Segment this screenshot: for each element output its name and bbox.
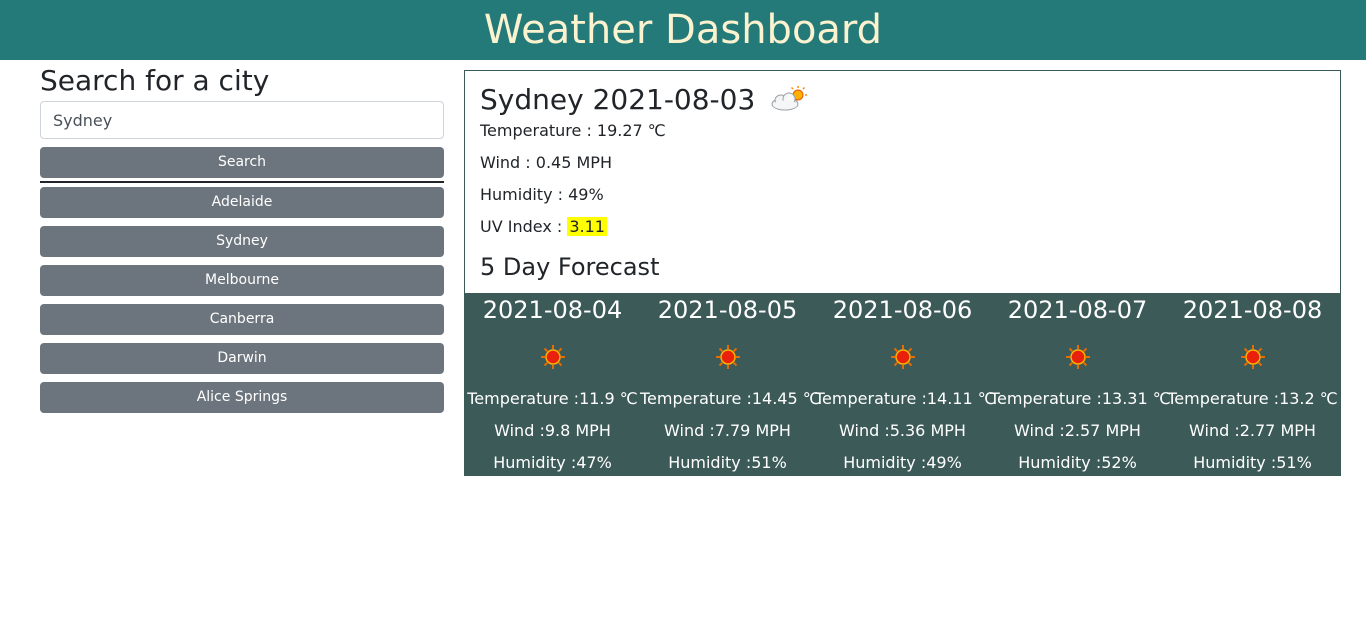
forecast-humidity: Humidity :47% bbox=[493, 453, 612, 472]
history-button-melbourne[interactable]: Melbourne bbox=[40, 265, 444, 296]
forecast-humidity: Humidity :52% bbox=[1018, 453, 1137, 472]
history-button-adelaide[interactable]: Adelaide bbox=[40, 187, 444, 218]
search-button[interactable]: Search bbox=[40, 147, 444, 178]
forecast-wind: Wind :9.8 MPH bbox=[494, 421, 611, 440]
forecast-wind: Wind :2.57 MPH bbox=[1014, 421, 1141, 440]
sun-icon bbox=[715, 345, 740, 369]
forecast-card: 2021-08-07 Temperature :13.31 ℃ Wind :2.… bbox=[990, 293, 1171, 475]
forecast-wind: Wind :7.79 MPH bbox=[664, 421, 791, 440]
history-button-sydney[interactable]: Sydney bbox=[40, 226, 444, 257]
current-city-title: Sydney 2021-08-03 bbox=[480, 82, 756, 116]
forecast-date: 2021-08-05 bbox=[657, 296, 798, 324]
current-temperature: Temperature : 19.27 ℃ bbox=[480, 121, 666, 140]
current-city-line: Sydney 2021-08-03 bbox=[480, 82, 1340, 116]
forecast-wind: Wind :5.36 MPH bbox=[839, 421, 966, 440]
cloud-sun-icon bbox=[771, 86, 808, 111]
history-button-canberra[interactable]: Canberra bbox=[40, 304, 444, 335]
uv-value-badge: 3.11 bbox=[567, 217, 607, 236]
forecast-temperature: Temperature :13.2 ℃ bbox=[1167, 389, 1338, 408]
forecast-humidity: Humidity :51% bbox=[1193, 453, 1312, 472]
forecast-wind: Wind :2.77 MPH bbox=[1189, 421, 1316, 440]
current-humidity: Humidity : 49% bbox=[480, 185, 604, 204]
current-wind: Wind : 0.45 MPH bbox=[480, 153, 612, 172]
history-button-darwin[interactable]: Darwin bbox=[40, 343, 444, 374]
forecast-date: 2021-08-08 bbox=[1182, 296, 1323, 324]
forecast-date: 2021-08-04 bbox=[482, 296, 623, 324]
forecast-temperature: Temperature :11.9 ℃ bbox=[467, 389, 638, 408]
forecast-humidity: Humidity :49% bbox=[843, 453, 962, 472]
forecast-date: 2021-08-06 bbox=[832, 296, 973, 324]
forecast-row: 2021-08-04 Temperature :11.9 ℃ Wind :9.8… bbox=[465, 293, 1340, 475]
sun-icon bbox=[1065, 345, 1090, 369]
current-uv-index: UV Index : 3.11 bbox=[480, 211, 1340, 243]
city-search-input[interactable] bbox=[40, 101, 444, 139]
sun-icon bbox=[890, 345, 915, 369]
current-weather: Sydney 2021-08-03 Temperature : 19.27 ℃ … bbox=[465, 71, 1340, 293]
divider bbox=[40, 181, 444, 183]
forecast-card: 2021-08-06 Temperature :14.11 ℃ Wind :5.… bbox=[815, 293, 996, 475]
forecast-humidity: Humidity :51% bbox=[668, 453, 787, 472]
weather-panel: Sydney 2021-08-03 Temperature : 19.27 ℃ … bbox=[464, 70, 1341, 476]
history-button-alice-springs[interactable]: Alice Springs bbox=[40, 382, 444, 413]
forecast-temperature: Temperature :13.31 ℃ bbox=[990, 389, 1171, 408]
page-title: Weather Dashboard bbox=[483, 7, 883, 53]
uv-label: UV Index : bbox=[480, 217, 568, 236]
forecast-date: 2021-08-07 bbox=[1007, 296, 1148, 324]
search-heading: Search for a city bbox=[40, 64, 270, 97]
sun-icon bbox=[540, 345, 565, 369]
header-bar: Weather Dashboard bbox=[0, 0, 1366, 60]
forecast-card: 2021-08-04 Temperature :11.9 ℃ Wind :9.8… bbox=[465, 293, 640, 475]
search-history-list: Adelaide Sydney Melbourne Canberra Darwi… bbox=[40, 187, 444, 413]
forecast-temperature: Temperature :14.11 ℃ bbox=[815, 389, 996, 408]
search-sidebar: Search for a city Search Adelaide Sydney… bbox=[40, 60, 444, 421]
forecast-card: 2021-08-08 Temperature :13.2 ℃ Wind :2.7… bbox=[1165, 293, 1340, 475]
forecast-temperature: Temperature :14.45 ℃ bbox=[640, 389, 821, 408]
sun-icon bbox=[1240, 345, 1265, 369]
forecast-heading: 5 Day Forecast bbox=[480, 253, 660, 281]
forecast-card: 2021-08-05 Temperature :14.45 ℃ Wind :7.… bbox=[640, 293, 821, 475]
